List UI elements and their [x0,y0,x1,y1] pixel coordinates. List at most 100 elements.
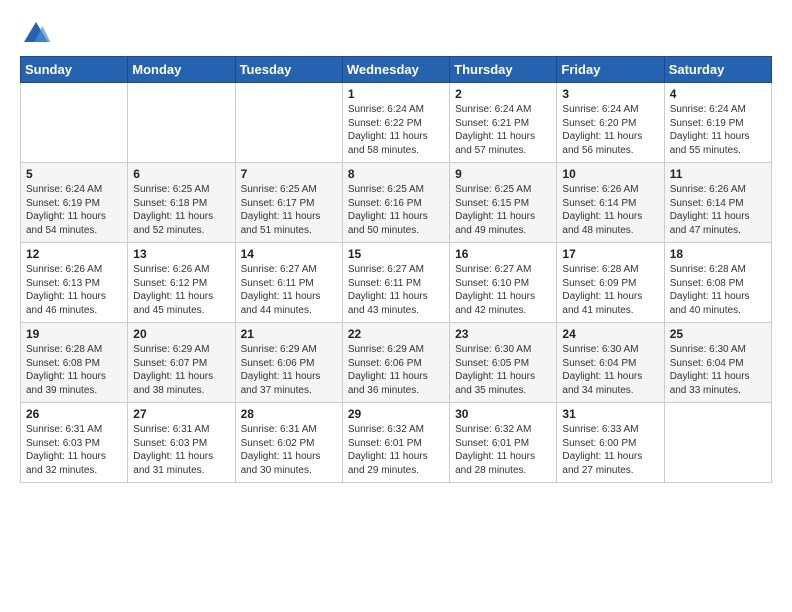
day-cell: 25 Sunrise: 6:30 AM Sunset: 6:04 PM Dayli… [664,323,771,403]
day-info: Sunrise: 6:27 AM Sunset: 6:11 PM Dayligh… [241,263,337,317]
day-number: 2 [455,87,551,101]
week-row-0: 1 Sunrise: 6:24 AM Sunset: 6:22 PM Daylig… [21,83,772,163]
day-cell: 9 Sunrise: 6:25 AM Sunset: 6:15 PM Daylig… [450,163,557,243]
day-cell: 5 Sunrise: 6:24 AM Sunset: 6:19 PM Daylig… [21,163,128,243]
day-info: Sunrise: 6:27 AM Sunset: 6:11 PM Dayligh… [348,263,444,317]
day-info: Sunrise: 6:24 AM Sunset: 6:20 PM Dayligh… [562,103,658,157]
day-number: 22 [348,327,444,341]
day-cell: 12 Sunrise: 6:26 AM Sunset: 6:13 PM Dayli… [21,243,128,323]
day-number: 20 [133,327,229,341]
weekday-wednesday: Wednesday [342,57,449,83]
day-info: Sunrise: 6:26 AM Sunset: 6:14 PM Dayligh… [670,183,766,237]
day-info: Sunrise: 6:25 AM Sunset: 6:15 PM Dayligh… [455,183,551,237]
day-number: 1 [348,87,444,101]
page: SundayMondayTuesdayWednesdayThursdayFrid… [0,0,792,612]
day-cell: 23 Sunrise: 6:30 AM Sunset: 6:05 PM Dayli… [450,323,557,403]
day-number: 29 [348,407,444,421]
day-number: 16 [455,247,551,261]
week-row-4: 26 Sunrise: 6:31 AM Sunset: 6:03 PM Dayli… [21,403,772,483]
day-cell: 31 Sunrise: 6:33 AM Sunset: 6:00 PM Dayli… [557,403,664,483]
week-row-3: 19 Sunrise: 6:28 AM Sunset: 6:08 PM Dayli… [21,323,772,403]
day-cell: 20 Sunrise: 6:29 AM Sunset: 6:07 PM Dayli… [128,323,235,403]
day-info: Sunrise: 6:31 AM Sunset: 6:03 PM Dayligh… [26,423,122,477]
day-info: Sunrise: 6:25 AM Sunset: 6:18 PM Dayligh… [133,183,229,237]
day-info: Sunrise: 6:28 AM Sunset: 6:09 PM Dayligh… [562,263,658,317]
day-info: Sunrise: 6:31 AM Sunset: 6:03 PM Dayligh… [133,423,229,477]
day-cell: 18Sunrise: 6:28 AM Sunset: 6:08 PM Dayli… [664,243,771,323]
day-cell: 19 Sunrise: 6:28 AM Sunset: 6:08 PM Dayli… [21,323,128,403]
day-info: Sunrise: 6:28 AM Sunset: 6:08 PM Dayligh… [26,343,122,397]
day-cell [128,83,235,163]
day-number: 24 [562,327,658,341]
day-info: Sunrise: 6:30 AM Sunset: 6:04 PM Dayligh… [562,343,658,397]
day-number: 27 [133,407,229,421]
day-cell: 29Sunrise: 6:32 AM Sunset: 6:01 PM Dayli… [342,403,449,483]
day-info: Sunrise: 6:31 AM Sunset: 6:02 PM Dayligh… [241,423,337,477]
day-number: 19 [26,327,122,341]
day-cell: 22 Sunrise: 6:29 AM Sunset: 6:06 PM Dayli… [342,323,449,403]
day-number: 17 [562,247,658,261]
day-info: Sunrise: 6:26 AM Sunset: 6:12 PM Dayligh… [133,263,229,317]
day-info: Sunrise: 6:29 AM Sunset: 6:06 PM Dayligh… [348,343,444,397]
day-info: Sunrise: 6:26 AM Sunset: 6:14 PM Dayligh… [562,183,658,237]
day-info: Sunrise: 6:30 AM Sunset: 6:04 PM Dayligh… [670,343,766,397]
day-number: 28 [241,407,337,421]
day-cell: 26 Sunrise: 6:31 AM Sunset: 6:03 PM Dayli… [21,403,128,483]
day-info: Sunrise: 6:25 AM Sunset: 6:17 PM Dayligh… [241,183,337,237]
day-number: 8 [348,167,444,181]
day-number: 26 [26,407,122,421]
weekday-friday: Friday [557,57,664,83]
day-cell: 17 Sunrise: 6:28 AM Sunset: 6:09 PM Dayli… [557,243,664,323]
day-info: Sunrise: 6:30 AM Sunset: 6:05 PM Dayligh… [455,343,551,397]
day-cell: 4Sunrise: 6:24 AM Sunset: 6:19 PM Daylig… [664,83,771,163]
weekday-tuesday: Tuesday [235,57,342,83]
day-number: 13 [133,247,229,261]
day-number: 25 [670,327,766,341]
day-number: 7 [241,167,337,181]
day-number: 30 [455,407,551,421]
day-cell: 30 Sunrise: 6:32 AM Sunset: 6:01 PM Dayli… [450,403,557,483]
day-info: Sunrise: 6:24 AM Sunset: 6:19 PM Dayligh… [670,103,766,157]
day-info: Sunrise: 6:33 AM Sunset: 6:00 PM Dayligh… [562,423,658,477]
day-info: Sunrise: 6:26 AM Sunset: 6:13 PM Dayligh… [26,263,122,317]
day-number: 3 [562,87,658,101]
day-info: Sunrise: 6:32 AM Sunset: 6:01 PM Dayligh… [455,423,551,477]
day-info: Sunrise: 6:25 AM Sunset: 6:16 PM Dayligh… [348,183,444,237]
day-cell: 27 Sunrise: 6:31 AM Sunset: 6:03 PM Dayli… [128,403,235,483]
calendar-table: SundayMondayTuesdayWednesdayThursdayFrid… [20,56,772,483]
logo-icon [20,18,52,50]
day-cell: 15 Sunrise: 6:27 AM Sunset: 6:11 PM Dayli… [342,243,449,323]
day-number: 11 [670,167,766,181]
day-info: Sunrise: 6:24 AM Sunset: 6:19 PM Dayligh… [26,183,122,237]
week-row-2: 12 Sunrise: 6:26 AM Sunset: 6:13 PM Dayli… [21,243,772,323]
day-cell: 8 Sunrise: 6:25 AM Sunset: 6:16 PM Daylig… [342,163,449,243]
day-info: Sunrise: 6:29 AM Sunset: 6:07 PM Dayligh… [133,343,229,397]
weekday-sunday: Sunday [21,57,128,83]
day-info: Sunrise: 6:29 AM Sunset: 6:06 PM Dayligh… [241,343,337,397]
day-cell: 14Sunrise: 6:27 AM Sunset: 6:11 PM Dayli… [235,243,342,323]
weekday-saturday: Saturday [664,57,771,83]
header [20,18,772,50]
day-number: 23 [455,327,551,341]
day-number: 21 [241,327,337,341]
day-number: 31 [562,407,658,421]
day-number: 5 [26,167,122,181]
day-cell: 1 Sunrise: 6:24 AM Sunset: 6:22 PM Daylig… [342,83,449,163]
day-cell: 16Sunrise: 6:27 AM Sunset: 6:10 PM Dayli… [450,243,557,323]
day-number: 18 [670,247,766,261]
day-number: 9 [455,167,551,181]
day-info: Sunrise: 6:24 AM Sunset: 6:22 PM Dayligh… [348,103,444,157]
weekday-header-row: SundayMondayTuesdayWednesdayThursdayFrid… [21,57,772,83]
day-info: Sunrise: 6:24 AM Sunset: 6:21 PM Dayligh… [455,103,551,157]
day-number: 6 [133,167,229,181]
day-cell: 7 Sunrise: 6:25 AM Sunset: 6:17 PM Daylig… [235,163,342,243]
day-cell: 10Sunrise: 6:26 AM Sunset: 6:14 PM Dayli… [557,163,664,243]
day-cell: 6 Sunrise: 6:25 AM Sunset: 6:18 PM Daylig… [128,163,235,243]
weekday-monday: Monday [128,57,235,83]
day-number: 12 [26,247,122,261]
day-number: 15 [348,247,444,261]
day-cell: 24 Sunrise: 6:30 AM Sunset: 6:04 PM Dayli… [557,323,664,403]
day-cell: 11 Sunrise: 6:26 AM Sunset: 6:14 PM Dayli… [664,163,771,243]
day-cell [664,403,771,483]
day-cell [21,83,128,163]
